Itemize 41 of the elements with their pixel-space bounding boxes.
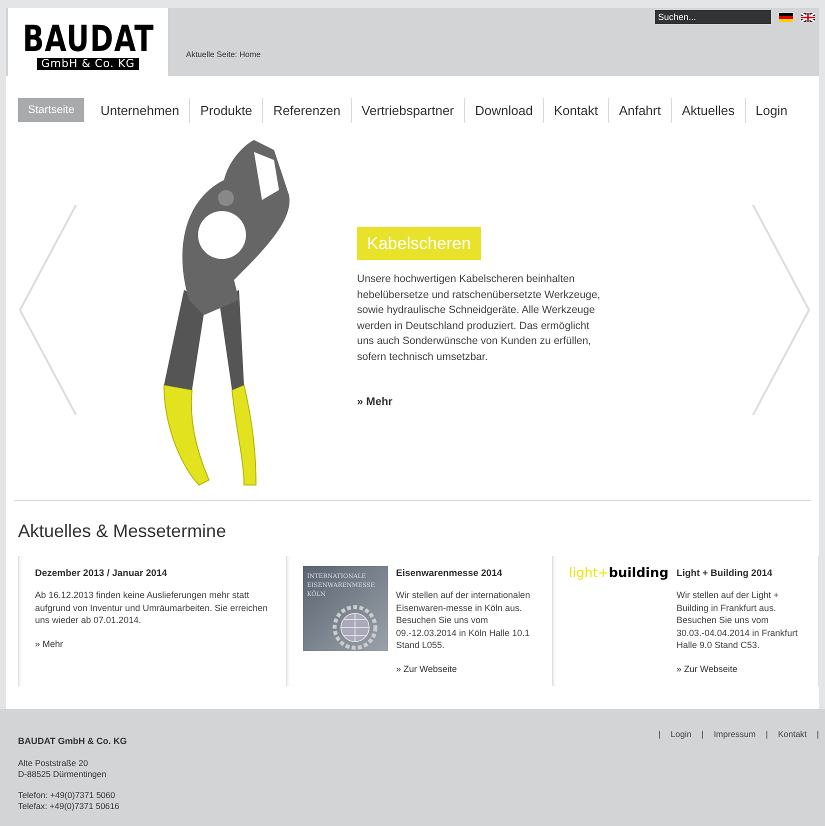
news-text: Wir stellen auf der internationalen Eisenwaren-messe in Köln aus. Besuchen Sie uns vom 09.-12.03.2014 in Köln Halle 10.1 Stand L055. [396,589,532,652]
nav-link[interactable]: Login [746,98,798,122]
news-text: Wir stellen auf der Light + Building in Frankfurt aus. Besuchen Sie uns vom 30.03.-04.04.2014 in Frankfurt Halle 9.0 Stand C53. [676,589,799,652]
news-title: Light + Building 2014 [676,568,774,579]
nav-link[interactable]: Kontakt [544,98,609,122]
contact-line: Telefax: +49(0)7371 50616 [18,801,120,812]
slide-title: Kabelscheren [357,227,481,260]
nav-link[interactable]: Anfahrt [608,98,672,122]
logo-text: BAUDAT [22,22,154,58]
nav-link[interactable]: Aktuelles [672,98,746,122]
nav-link[interactable]: Unternehmen [90,98,190,122]
separator: | [766,729,768,739]
news-title: Dezember 2013 / Januar 2014 [35,568,168,579]
flag-icon[interactable] [801,12,815,22]
footer-link[interactable]: Login [670,729,692,739]
news-text: Ab 16.12.2013 finden keine Auslieferungen mehr statt aufgrund von Inventur und Umräumarbeiten. Sie erreichen uns wieder ab 07.01.2014. [35,589,269,627]
nav-link[interactable]: Vertriebspartner [352,98,466,122]
footer-link[interactable]: Kontakt [778,729,807,739]
address-line: Alte Poststraße 20 [18,758,89,769]
separator: | [701,729,704,739]
fair-logo: light+building [569,566,669,583]
nav-link[interactable]: Produkte [190,98,264,122]
separator: | [816,729,819,739]
flag-icon[interactable] [779,12,793,22]
more-link[interactable]: » Zur Webseite [396,664,457,674]
logo-subtitle: GmbH & Co. KG [37,58,139,70]
more-link[interactable]: » Zur Webseite [676,664,738,674]
search-field[interactable]: Suchen... [655,10,771,24]
more-link[interactable]: » Mehr [357,396,392,408]
news-title: Eisenwarenmesse 2014 [396,568,504,579]
contact-line: Telefon: +49(0)7371 5060 [18,790,116,801]
company-name: BAUDAT GmbH & Co. KG [18,736,127,746]
section-heading: Aktuelles & Messetermine [18,521,228,542]
more-link[interactable]: » Mehr [35,638,64,649]
footer-link[interactable]: Impressum [714,729,756,739]
nav-link[interactable]: Referenzen [263,98,352,122]
slide-text: Unsere hochwertigen Kabelscheren beinhalten hebelübersetze und ratschenübersetzte Werkzeuge, sowie hydraulische Schneidgeräte. Alle Werkzeuge werden in Deutschland produziert. Das ermöglicht uns auch Sonderwünsche von Kunden zu erfüllen, sofern technisch umsetzbar. [357,272,602,365]
address-line: D-88525 Dürmentingen [18,769,108,780]
breadcrumb: Aktuelle Seite: Home [186,50,261,59]
nav-link[interactable]: Download [465,98,544,122]
separator: | [658,729,661,739]
